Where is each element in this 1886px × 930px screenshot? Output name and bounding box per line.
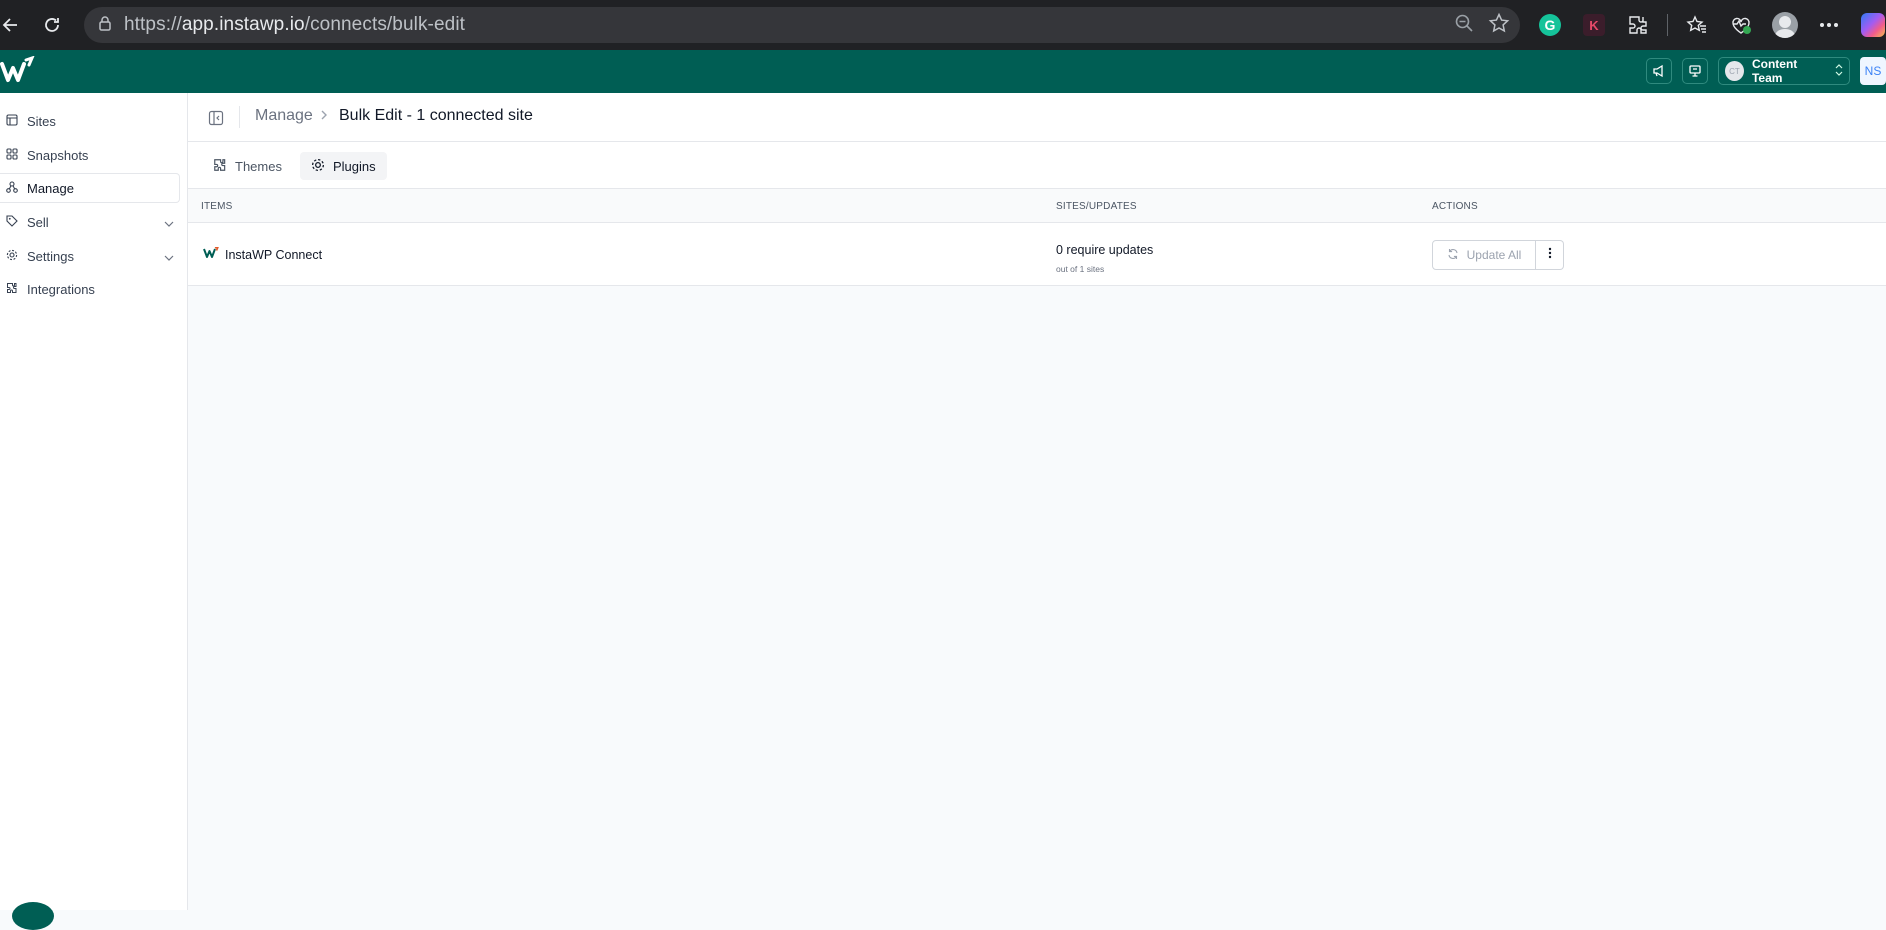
- sidebar-item-label: Sites: [27, 113, 56, 129]
- sidebar-item-label: Integrations: [27, 281, 95, 297]
- sidebar-item-manage[interactable]: Manage: [0, 173, 180, 203]
- more-actions-button[interactable]: [1536, 240, 1564, 270]
- user-avatar[interactable]: NS: [1860, 57, 1886, 85]
- k-extension-icon[interactable]: K: [1579, 10, 1609, 40]
- instawp-plugin-icon: [203, 245, 220, 262]
- grammarly-icon[interactable]: G: [1535, 10, 1565, 40]
- app-header: CT Content Team NS: [0, 50, 1886, 93]
- tab-label: Themes: [235, 158, 282, 174]
- team-name: Content Team: [1751, 57, 1798, 85]
- plugins-table: ITEMS SITES/UPDATES ACTIONS InstaWP Conn…: [188, 189, 1886, 286]
- sidebar-item-snapshots[interactable]: Snapshots: [0, 140, 180, 170]
- update-all-button[interactable]: Update All: [1432, 240, 1536, 270]
- instawp-logo-icon[interactable]: [0, 55, 36, 86]
- gear-icon: [311, 158, 325, 175]
- back-icon[interactable]: [0, 7, 28, 43]
- gear-icon: [6, 249, 18, 264]
- tab-label: Plugins: [333, 158, 376, 174]
- sidebar-item-label: Manage: [27, 180, 74, 196]
- updates-count: 0 require updates: [1056, 243, 1154, 257]
- sidebar-item-label: Sell: [27, 214, 49, 230]
- zoom-out-icon[interactable]: [1454, 13, 1474, 38]
- browser-toolbar: https://app.instawp.io/connects/bulk-edi…: [0, 0, 1886, 50]
- presentation-icon[interactable]: [1682, 58, 1708, 84]
- sidebar: Sites Snapshots Manage Sell Settings Int…: [0, 93, 188, 930]
- sidebar-item-label: Settings: [27, 248, 74, 264]
- table-row: InstaWP Connect 0 require updates out of…: [188, 223, 1886, 286]
- copilot-icon[interactable]: [1858, 10, 1886, 40]
- puzzle-icon: [6, 282, 18, 297]
- chevron-right-icon: [319, 108, 329, 127]
- health-icon[interactable]: [1726, 10, 1756, 40]
- column-header-actions: ACTIONS: [1432, 201, 1478, 212]
- team-avatar: CT: [1725, 61, 1744, 81]
- chevron-down-icon: [164, 216, 174, 231]
- chevron-up-down-icon: [1835, 64, 1843, 78]
- tabs-bar: Themes Plugins: [188, 142, 1886, 189]
- breadcrumb: Manage Bulk Edit - 1 connected site: [188, 93, 1886, 142]
- tab-themes[interactable]: Themes: [202, 152, 293, 180]
- column-header-sites-updates: SITES/UPDATES: [1056, 201, 1137, 212]
- star-icon[interactable]: [1488, 12, 1510, 39]
- team-selector[interactable]: CT Content Team: [1718, 57, 1850, 85]
- toolbar-divider: [1667, 14, 1668, 36]
- column-header-items: ITEMS: [201, 201, 233, 212]
- main-content: Manage Bulk Edit - 1 connected site Them…: [188, 93, 1886, 910]
- sites-count: out of 1 sites: [1056, 264, 1105, 274]
- profile-icon[interactable]: [1770, 10, 1800, 40]
- favorites-icon[interactable]: [1682, 10, 1712, 40]
- url-text: https://app.instawp.io/connects/bulk-edi…: [124, 14, 466, 35]
- sidebar-item-label: Snapshots: [27, 147, 89, 163]
- update-all-label: Update All: [1466, 248, 1522, 262]
- help-widget[interactable]: [12, 902, 54, 930]
- sites-icon: [6, 113, 18, 129]
- manage-icon: [6, 180, 18, 196]
- address-bar[interactable]: https://app.instawp.io/connects/bulk-edi…: [84, 7, 1520, 43]
- reload-icon[interactable]: [34, 7, 70, 43]
- divider: [239, 106, 240, 128]
- snapshots-icon: [6, 147, 18, 163]
- lock-icon: [98, 15, 112, 36]
- kebab-menu-icon: [1548, 246, 1552, 264]
- item-cell: InstaWP Connect: [203, 245, 323, 262]
- plugin-name: InstaWP Connect: [225, 247, 323, 262]
- tag-icon: [6, 214, 18, 230]
- puzzle-icon: [213, 158, 227, 175]
- tab-plugins[interactable]: Plugins: [300, 152, 387, 180]
- sidebar-item-sites[interactable]: Sites: [0, 106, 180, 136]
- extensions-icon[interactable]: [1623, 10, 1653, 40]
- sidebar-item-settings[interactable]: Settings: [0, 241, 180, 271]
- sidebar-item-integrations[interactable]: Integrations: [0, 274, 180, 304]
- sidebar-item-sell[interactable]: Sell: [0, 207, 180, 237]
- page-title: Bulk Edit - 1 connected site: [339, 107, 533, 124]
- breadcrumb-parent[interactable]: Manage: [255, 107, 313, 125]
- refresh-icon: [1447, 248, 1459, 263]
- more-icon[interactable]: [1814, 10, 1844, 40]
- announcement-icon[interactable]: [1646, 58, 1672, 84]
- sidebar-toggle-icon[interactable]: [208, 110, 224, 131]
- row-actions: Update All: [1432, 240, 1564, 270]
- chevron-down-icon: [164, 250, 174, 265]
- table-header: ITEMS SITES/UPDATES ACTIONS: [188, 189, 1886, 223]
